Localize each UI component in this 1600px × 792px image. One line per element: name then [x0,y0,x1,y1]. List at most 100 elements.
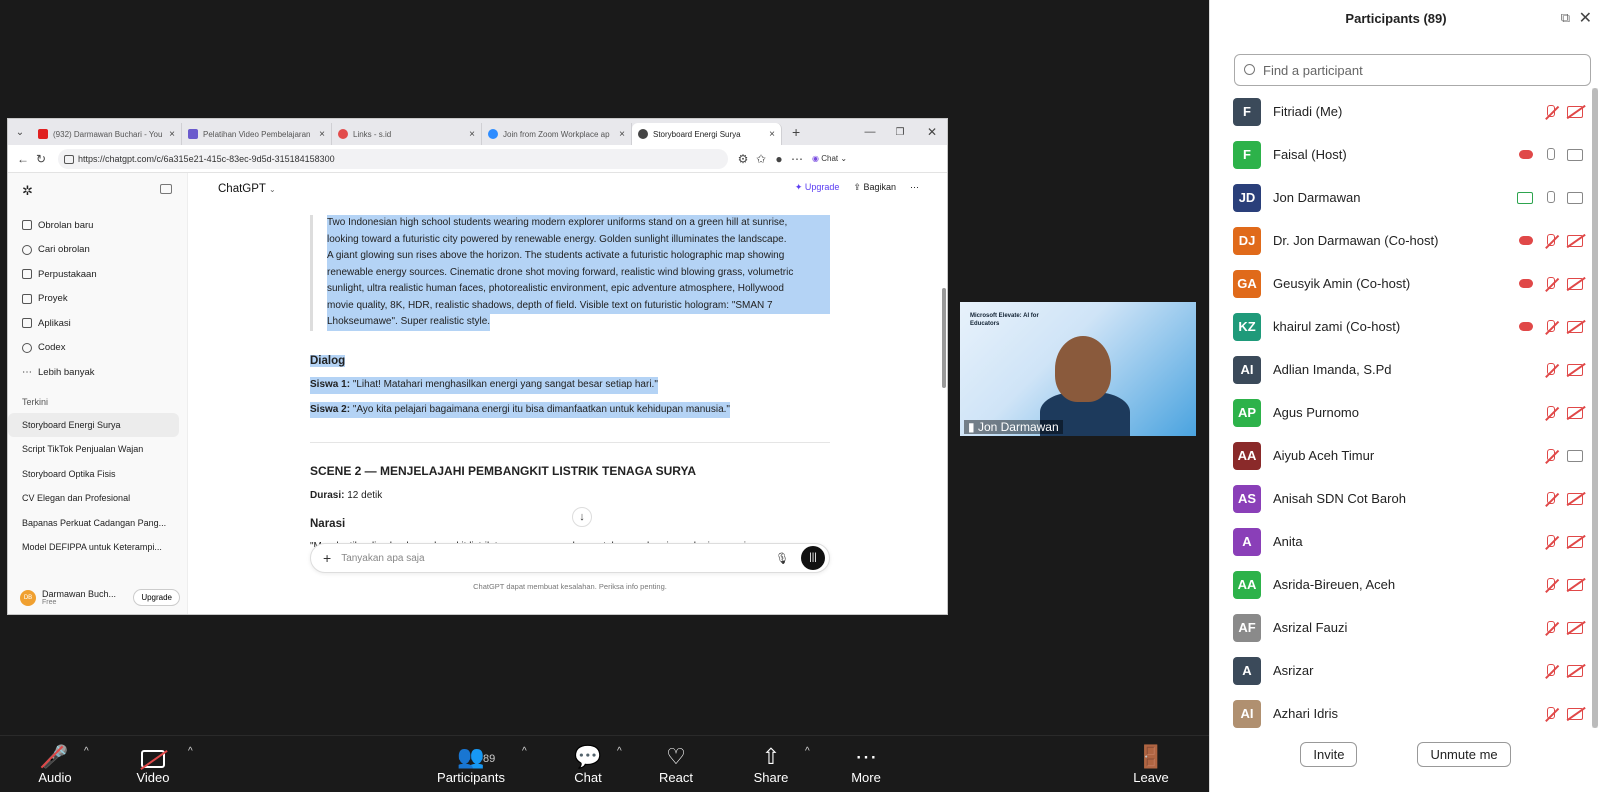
react-button[interactable]: ♡ React [636,736,716,785]
participant-row[interactable]: JD Jon Darmawan [1210,176,1600,219]
page-scrollbar[interactable] [942,288,946,388]
participant-row[interactable]: AP Agus Purnomo [1210,391,1600,434]
close-tab-icon[interactable]: × [769,129,775,140]
attach-plus-icon[interactable]: + [323,550,331,566]
video-tile[interactable]: Microsoft Elevate: AI for Educators ▮ Jo… [960,302,1196,436]
close-tab-icon[interactable]: × [619,129,625,140]
more-button[interactable]: ⋯ More [826,736,906,785]
browser-tab[interactable]: Pelatihan Video Pembelajaran × [182,123,332,145]
shared-browser-window: ⌄ (932) Darmawan Buchari - You × Pelatiha… [7,118,948,615]
microphone-icon[interactable]: 🎙 [775,552,789,565]
model-selector[interactable]: ChatGPT ⌄ [218,183,276,195]
tab-list-icon[interactable]: ⌄ [8,127,32,138]
recent-chat-item[interactable]: CV Elegan dan Profesional [8,486,187,511]
copilot-chat-button[interactable]: ◉ Chat ⌄ [812,154,847,163]
recent-chat-item[interactable]: Storyboard Optika Fisis [8,462,187,487]
participant-row[interactable]: AS Anisah SDN Cot Baroh [1210,477,1600,520]
video-off-icon [1567,621,1583,634]
participant-status-icons [1543,104,1583,120]
sidebar-item-new-chat[interactable]: Obrolan baru [8,213,187,238]
close-icon[interactable]: ✕ [1579,8,1592,28]
chat-options-caret-icon[interactable]: ^ [617,746,622,757]
sidebar-item-codex[interactable]: Codex [8,336,187,361]
new-tab-icon[interactable]: + [792,124,800,140]
participant-row[interactable]: AI Adlian Imanda, S.Pd [1210,348,1600,391]
close-window-icon[interactable]: ✕ [915,125,947,139]
sidebar-item-apps[interactable]: Aplikasi [8,311,187,336]
openai-logo-icon[interactable]: ✲ [22,183,33,199]
participant-row[interactable]: A Anita [1210,520,1600,563]
sidebar-user[interactable]: DB Darmawan Buch... Free Upgrade [20,589,180,606]
browser-tab-active[interactable]: Storyboard Energi Surya × [632,123,782,145]
close-tab-icon[interactable]: × [319,129,325,140]
toggle-sidebar-icon[interactable] [160,184,172,194]
participant-row[interactable]: DJ Dr. Jon Darmawan (Co-host) [1210,219,1600,262]
favorites-icon[interactable]: ✩ [752,152,770,166]
unmute-me-button[interactable]: Unmute me [1417,742,1511,767]
restore-icon[interactable]: ❐ [885,127,915,138]
share-screen-button[interactable]: ⇧ Share [731,736,811,785]
microphone-muted-icon [1543,620,1557,636]
chat-button[interactable]: 💬 Chat [548,736,628,785]
invite-button[interactable]: Invite [1300,742,1358,767]
user-info: Darmawan Buch... Free [42,589,116,606]
recent-chat-item[interactable]: Script TikTok Penjualan Wajan [8,437,187,462]
chat-input[interactable]: Tanyakan apa saja [341,553,775,564]
extensions-icon[interactable]: ⚙ [734,152,752,166]
participant-row[interactable]: F Fitriadi (Me) [1210,90,1600,133]
sidebar-item-projects[interactable]: Proyek [8,287,187,312]
video-options-caret-icon[interactable]: ^ [188,746,193,757]
participants-options-caret-icon[interactable]: ^ [522,746,527,757]
browser-tab[interactable]: (932) Darmawan Buchari - You × [32,123,182,145]
participant-status-icons [1519,233,1583,249]
profile-icon[interactable]: ● [770,152,788,166]
minimize-icon[interactable]: — [855,126,885,138]
close-tab-icon[interactable]: × [169,129,175,140]
participant-status-icons [1543,706,1583,722]
participant-row[interactable]: GA Geusyik Amin (Co-host) [1210,262,1600,305]
video-off-icon [1567,105,1583,118]
video-camera-icon [1567,449,1583,462]
participant-row[interactable]: AA Aiyub Aceh Timur [1210,434,1600,477]
popout-icon[interactable]: ⧉ [1561,10,1570,26]
share-options-caret-icon[interactable]: ^ [805,746,810,757]
more-options-icon[interactable]: ⋯ [910,182,919,193]
audio-button[interactable]: 🎤 Audio [15,736,95,785]
browser-address-bar: ← ↻ https://chatgpt.com/c/6a315e21-415c-… [8,145,947,173]
scroll-down-button[interactable]: ↓ [572,507,592,527]
share-button[interactable]: ⇪ Bagikan [853,182,896,193]
reload-icon[interactable]: ↻ [32,152,50,166]
video-off-icon [1567,363,1583,376]
sidebar-upgrade-button[interactable]: Upgrade [133,589,180,606]
close-tab-icon[interactable]: × [469,129,475,140]
browser-menu-icon[interactable]: ⋯ [788,152,806,166]
upgrade-button[interactable]: ✦ Upgrade [795,182,840,193]
participant-row[interactable]: KZ khairul zami (Co-host) [1210,305,1600,348]
recent-chat-item[interactable]: Bapanas Perkuat Cadangan Pang... [8,511,187,536]
participant-row[interactable]: AF Asrizal Fauzi [1210,606,1600,649]
leave-button[interactable]: 🚪 Leave [1111,736,1191,785]
participant-row[interactable]: AI Azhari Idris [1210,692,1600,735]
scrollbar-thumb[interactable] [1592,88,1598,728]
browser-tab[interactable]: Join from Zoom Workplace ap × [482,123,632,145]
recent-chat-item[interactable]: Model DEFIPPA untuk Keterampi... [8,535,187,560]
participant-search-input[interactable]: Find a participant [1234,54,1591,86]
sidebar-item-library[interactable]: Perpustakaan [8,262,187,287]
url-field[interactable]: https://chatgpt.com/c/6a315e21-415c-83ec… [58,148,728,169]
video-button[interactable]: Video [113,736,193,785]
sidebar-item-more[interactable]: ⋯ Lebih banyak [8,360,187,385]
back-icon[interactable]: ← [14,152,32,166]
participant-row[interactable]: A Asrizar [1210,649,1600,692]
participants-icon: 👥 89 [431,742,511,772]
participants-button[interactable]: 👥 89 Participants [431,736,511,785]
participant-list-scrollbar[interactable] [1592,88,1598,728]
participant-row[interactable]: F Faisal (Host) [1210,133,1600,176]
participant-row[interactable]: AA Asrida-Bireuen, Aceh [1210,563,1600,606]
chat-composer[interactable]: + Tanyakan apa saja 🎙 ||| [310,543,830,573]
browser-tab[interactable]: Links - s.id × [332,123,482,145]
voice-mode-icon[interactable]: ||| [801,546,825,570]
sidebar-item-search[interactable]: Cari obrolan [8,238,187,263]
audio-options-caret-icon[interactable]: ^ [84,746,89,757]
recent-chat-item[interactable]: Storyboard Energi Surya [8,412,179,437]
microphone-icon [1543,190,1557,206]
